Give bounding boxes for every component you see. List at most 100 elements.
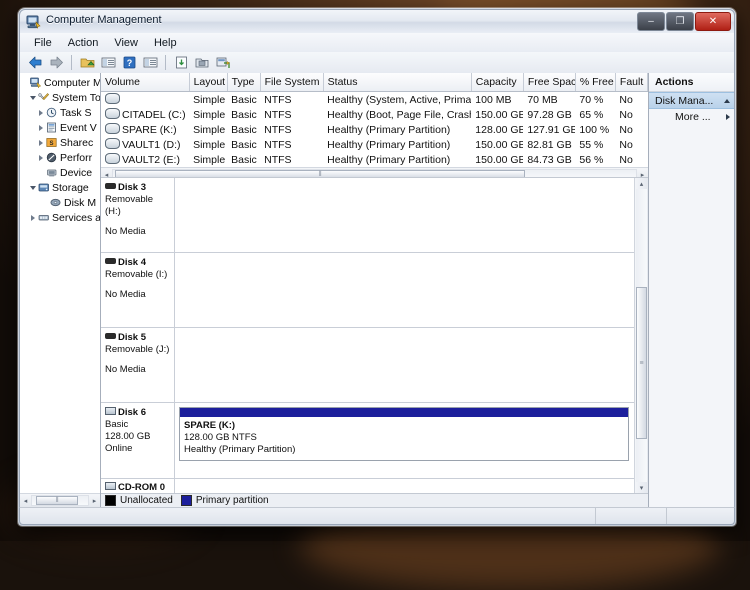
tree-expander-open[interactable] (28, 186, 37, 190)
disk-header[interactable]: Disk 5 Removable (J:) No Media (101, 328, 175, 402)
table-row[interactable]: SPARE (K:) Simple Basic NTFS Healthy (Pr… (101, 122, 648, 137)
tree-expander-closed[interactable] (36, 155, 45, 161)
partition-name: SPARE (K:) (184, 420, 624, 432)
scroll-track[interactable]: ≡ (636, 189, 647, 482)
cell-status: Healthy (System, Active, Primary Partiti… (323, 92, 471, 108)
disk-row[interactable]: CD-ROM 0 (101, 479, 634, 493)
table-row[interactable]: Simple Basic NTFS Healthy (System, Activ… (101, 92, 648, 108)
column-header-file-system[interactable]: File System (260, 73, 323, 92)
column-header-capacity[interactable]: Capacity (471, 73, 523, 92)
minimize-button[interactable]: – (637, 12, 665, 31)
disk-header[interactable]: Disk 3 Removable (H:) No Media (101, 178, 175, 252)
column-header-status[interactable]: Status (323, 73, 471, 92)
cell-capacity: 100 MB (471, 92, 523, 108)
menu-item-action[interactable]: Action (60, 36, 107, 50)
scroll-left-button[interactable]: ◂ (101, 169, 112, 178)
scroll-right-button[interactable]: ▸ (637, 169, 648, 178)
scroll-right-button[interactable]: ▸ (89, 495, 100, 506)
disk-row[interactable]: Disk 4 Removable (I:) No Media (101, 253, 634, 328)
show-hide-action-pane-icon[interactable] (141, 54, 159, 71)
column-header-fault[interactable]: Fault (615, 73, 647, 92)
caret-up-icon[interactable] (724, 99, 730, 103)
scroll-track[interactable]: ⦀ (112, 169, 637, 178)
tree-item-device-manager[interactable]: Device (20, 165, 100, 180)
back-icon[interactable] (26, 54, 44, 71)
basic-disk-icon (105, 407, 116, 415)
disk-body[interactable] (175, 178, 634, 252)
scroll-down-button[interactable]: ▾ (636, 482, 647, 493)
event-viewer-icon (45, 122, 58, 133)
action-item-more[interactable]: More ... (649, 109, 734, 124)
tree-horizontal-scrollbar[interactable]: ◂ ⦀ ▸ (20, 493, 100, 507)
tree-item-storage[interactable]: Storage (20, 180, 100, 195)
disk-header[interactable]: CD-ROM 0 (101, 479, 175, 493)
cell-type: Basic (227, 92, 260, 108)
console-tree: Computer Ma System To (20, 73, 100, 493)
disk-line2: Removable (I:) (105, 269, 171, 281)
disk-row[interactable]: Disk 6 Basic 128.00 GB Online SPARE (K:)… (101, 403, 634, 479)
cell-fault: No (615, 152, 647, 167)
tree-expander-closed[interactable] (28, 215, 37, 221)
tree-item-shared-folders[interactable]: S Sharec (20, 135, 100, 150)
column-header-type[interactable]: Type (227, 73, 260, 92)
scroll-thumb[interactable]: ≡ (636, 287, 647, 439)
close-button[interactable]: ✕ (695, 12, 731, 31)
maximize-button[interactable]: ❐ (666, 12, 694, 31)
computer-management-icon (26, 14, 42, 30)
partition-block[interactable]: SPARE (K:) 128.00 GB NTFS Healthy (Prima… (179, 407, 629, 461)
tree-item-performance[interactable]: Perforr (20, 150, 100, 165)
show-hide-console-tree-icon[interactable] (99, 54, 117, 71)
menu-item-help[interactable]: Help (146, 36, 185, 50)
export-list-icon[interactable] (172, 54, 190, 71)
disk-body[interactable] (175, 253, 634, 327)
table-row[interactable]: CITADEL (C:) Simple Basic NTFS Healthy (… (101, 107, 648, 122)
scroll-thumb[interactable]: ⦀ (115, 170, 525, 178)
scroll-left-button[interactable]: ◂ (20, 495, 31, 506)
tree-expander-closed[interactable] (36, 110, 45, 116)
scroll-up-button[interactable]: ▴ (636, 178, 647, 189)
table-row[interactable]: VAULT2 (E:) Simple Basic NTFS Healthy (P… (101, 152, 648, 167)
tree-item-computer-management[interactable]: Computer Ma (20, 75, 100, 90)
tree-item-system-tools[interactable]: System To (20, 90, 100, 105)
column-header-volume[interactable]: Volume (101, 73, 189, 92)
help-icon[interactable]: ? (120, 54, 138, 71)
tree-item-task-scheduler[interactable]: Task S (20, 105, 100, 120)
disk-body[interactable] (175, 479, 634, 493)
cell-layout: Simple (189, 137, 227, 152)
cell-capacity: 128.00 GB (471, 122, 523, 137)
disk-row[interactable]: Disk 3 Removable (H:) No Media (101, 178, 634, 253)
action-item-disk-management[interactable]: Disk Mana... (649, 92, 734, 109)
title-bar[interactable]: Computer Management – ❐ ✕ (19, 9, 735, 33)
disk-media-status: No Media (105, 364, 171, 376)
tree-expander-closed[interactable] (36, 140, 45, 146)
storage-icon (37, 182, 50, 193)
refresh-icon[interactable] (214, 54, 232, 71)
forward-icon[interactable] (47, 54, 65, 71)
tree-item-services-and-applications[interactable]: Services a (20, 210, 100, 225)
column-header-free-space[interactable]: Free Space (523, 73, 575, 92)
scroll-track[interactable]: ⦀ (31, 495, 89, 506)
tree-item-disk-management[interactable]: Disk M (20, 195, 100, 210)
properties-icon[interactable] (193, 54, 211, 71)
cell-type: Basic (227, 122, 260, 137)
menu-item-file[interactable]: File (26, 36, 60, 50)
volume-table: Volume Layout Type File System Status Ca… (101, 73, 648, 167)
action-item-label: Disk Mana... (655, 95, 724, 107)
disk-header[interactable]: Disk 4 Removable (I:) No Media (101, 253, 175, 327)
tree-item-event-viewer[interactable]: Event V (20, 120, 100, 135)
scroll-thumb[interactable]: ⦀ (36, 496, 78, 505)
up-folder-icon[interactable] (78, 54, 96, 71)
disk-header[interactable]: Disk 6 Basic 128.00 GB Online (101, 403, 175, 478)
caret-right-icon[interactable] (726, 114, 730, 120)
volume-icon (105, 93, 120, 104)
tree-expander-closed[interactable] (36, 125, 45, 131)
disk-row[interactable]: Disk 5 Removable (J:) No Media (101, 328, 634, 403)
tree-expander-open[interactable] (28, 96, 37, 100)
graphic-view-vertical-scrollbar[interactable]: ▴ ≡ ▾ (634, 178, 648, 493)
table-row[interactable]: VAULT1 (D:) Simple Basic NTFS Healthy (P… (101, 137, 648, 152)
column-header-layout[interactable]: Layout (189, 73, 227, 92)
disk-body[interactable] (175, 328, 634, 402)
column-header-percent-free[interactable]: % Free (575, 73, 615, 92)
menu-item-view[interactable]: View (106, 36, 146, 50)
volume-list-horizontal-scrollbar[interactable]: ◂ ⦀ ▸ (101, 167, 648, 178)
